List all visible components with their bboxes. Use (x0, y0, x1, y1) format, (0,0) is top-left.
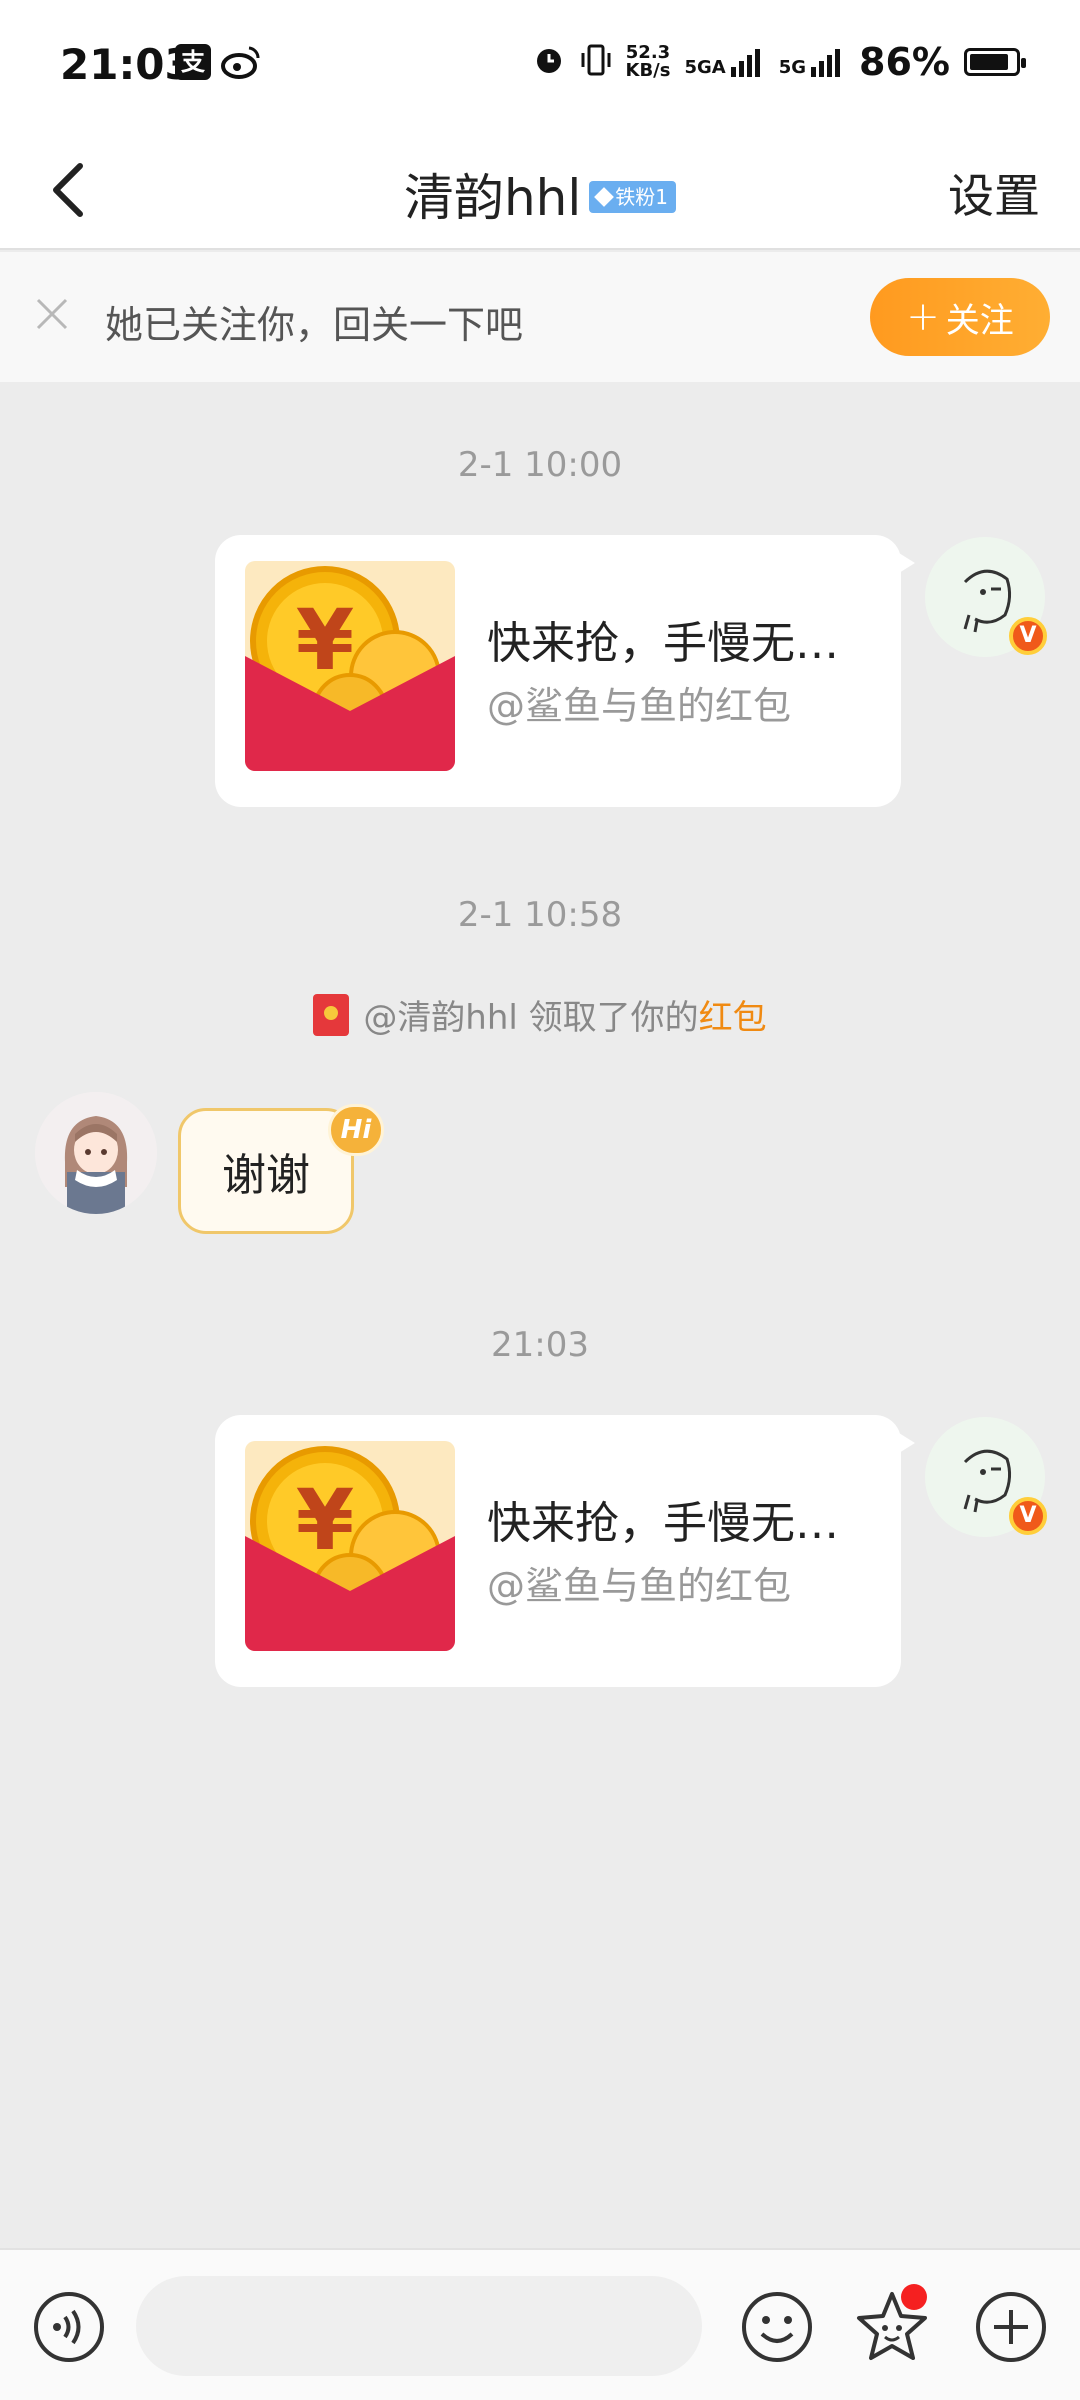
status-app-icons: 支 (175, 44, 261, 80)
red-packet-sender: @鲨鱼与鱼的红包 (487, 1564, 792, 1608)
follow-button[interactable]: + 关注 (870, 278, 1050, 356)
diamond-icon (594, 187, 615, 207)
red-packet-claimed-notice: @清韵hhl 领取了你的 红包 (0, 990, 1080, 1039)
alarm-icon (532, 43, 566, 81)
follow-banner: 她已关注你，回关一下吧 + 关注 (0, 252, 1080, 382)
timestamp: 21:03 (491, 1325, 589, 1365)
red-packet-link[interactable]: 红包 (699, 990, 767, 1039)
emoji-button[interactable] (740, 2290, 814, 2364)
chat-title[interactable]: 清韵hhl (404, 158, 581, 230)
anime-girl-avatar-icon (35, 1092, 157, 1214)
notice-text: @清韵hhl 领取了你的 (363, 998, 699, 1038)
close-icon (36, 298, 68, 330)
red-packet-card[interactable]: ¥ 快来抢，手慢无… @鲨鱼与鱼的红包 (215, 535, 915, 807)
fan-badge: 铁粉1 (589, 181, 676, 213)
battery-icon (964, 48, 1026, 76)
red-packet-image: ¥ (245, 1441, 455, 1651)
red-packet-image: ¥ (245, 561, 455, 771)
vibrate-icon (580, 43, 612, 81)
status-bar: 21:03 支 52.3 KB/s 5GA 5G 86% (0, 0, 1080, 130)
signal-bars-icon (730, 49, 760, 77)
timestamp: 2-1 10:58 (457, 895, 623, 935)
net-speed-unit: KB/s (625, 60, 671, 81)
voice-button[interactable] (32, 2290, 106, 2364)
more-button[interactable] (974, 2290, 1048, 2364)
red-packet-icon (313, 993, 350, 1036)
close-banner-button[interactable] (30, 292, 74, 336)
my-avatar[interactable]: V (925, 537, 1047, 657)
plus-circle-icon (976, 2292, 1046, 2362)
signal-1: 5GA (684, 47, 764, 77)
settings-button[interactable]: 设置 (948, 160, 1040, 226)
follow-button-label: 关注 (945, 300, 1014, 341)
fan-badge-label: 铁粉1 (615, 185, 668, 209)
red-packet-sender: @鲨鱼与鱼的红包 (487, 684, 792, 728)
sticker-button[interactable] (855, 2284, 929, 2364)
signal-2: 5G (779, 47, 845, 77)
status-time: 21:03 (60, 40, 194, 89)
battery-text: 86% (859, 40, 950, 84)
voice-icon (34, 2292, 104, 2362)
net-speed: 52.3 KB/s (626, 44, 671, 80)
status-right: 52.3 KB/s 5GA 5G 86% (532, 40, 1026, 84)
contact-avatar[interactable] (35, 1092, 157, 1214)
smiley-icon (742, 2292, 812, 2362)
input-bar (0, 2248, 1080, 2400)
chat-header: 清韵hhl 铁粉1 设置 (0, 130, 1080, 250)
weibo-icon (221, 44, 261, 80)
message-input[interactable] (136, 2276, 702, 2376)
follow-prompt-text: 她已关注你，回关一下吧 (105, 303, 524, 347)
pay-icon: 支 (175, 44, 211, 80)
red-packet-card[interactable]: ¥ 快来抢，手慢无… @鲨鱼与鱼的红包 (215, 1415, 915, 1687)
plus-icon: + (906, 294, 940, 340)
notification-dot (901, 2284, 927, 2310)
battery-fill (970, 54, 1008, 70)
chat-title-group: 清韵hhl 铁粉1 (0, 158, 1080, 230)
timestamp: 2-1 10:00 (457, 445, 623, 485)
my-avatar[interactable]: V (925, 1417, 1047, 1537)
signal-2-label: 5G (778, 57, 807, 78)
verified-badge-icon: V (1009, 1497, 1047, 1535)
hi-tag-icon: Hi (328, 1104, 384, 1156)
signal-1-label: 5GA (684, 57, 726, 78)
signal-bars-icon (811, 49, 841, 77)
red-packet-title: 快来抢，手慢无… (487, 618, 839, 669)
verified-badge-icon: V (1009, 617, 1047, 655)
red-packet-title: 快来抢，手慢无… (487, 1498, 839, 1549)
